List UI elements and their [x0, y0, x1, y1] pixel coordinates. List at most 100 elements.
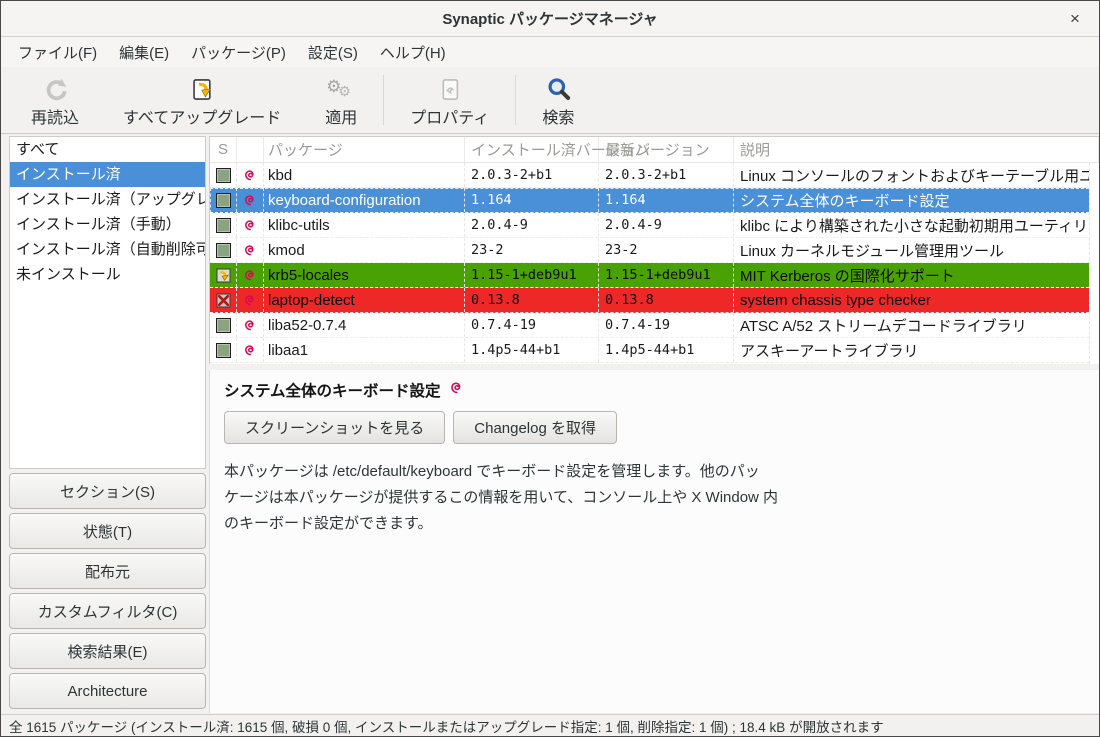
- upgrade-all-button[interactable]: すべてアップグレード: [101, 71, 303, 130]
- filter-item-installed-upgradable[interactable]: インストール済（アップグレード可）: [10, 187, 205, 212]
- installed-version: 1.164: [465, 188, 599, 212]
- table-row[interactable]: kbd 2.0.3-2+b1 2.0.3-2+b1 Linux コンソールのフォ…: [210, 163, 1099, 188]
- toolbar: 再読込 すべてアップグレード ⚙⚙ 適用: [1, 67, 1099, 134]
- table-row[interactable]: kmod 23-2 23-2 Linux カーネルモジュール管理用ツール: [210, 238, 1099, 263]
- status-installed-icon: [210, 238, 237, 262]
- apply-gears-icon: ⚙⚙: [326, 73, 356, 103]
- menu-settings[interactable]: 設定(S): [297, 38, 369, 67]
- status-installed-icon: [210, 213, 237, 237]
- installed-version: 0.13.8: [465, 288, 599, 312]
- package-description: Linux コンソールのフォントおよびキーテーブル用ユーティリティ: [734, 163, 1099, 187]
- origin-button[interactable]: 配布元: [9, 553, 206, 589]
- synaptic-window: Synaptic パッケージマネージャ × ファイル(F) 編集(E) パッケー…: [0, 0, 1100, 737]
- installed-version: 1.15-1+deb9u1: [465, 263, 599, 287]
- installed-version: 23-2: [465, 238, 599, 262]
- debian-swirl-icon: [237, 213, 264, 237]
- apply-button[interactable]: ⚙⚙ 適用: [303, 71, 379, 130]
- view-screenshot-button[interactable]: スクリーンショットを見る: [224, 411, 445, 444]
- package-long-description: 本パッケージは /etc/default/keyboard でキーボード設定を管…: [224, 459, 1085, 537]
- status-installed-icon: [210, 313, 237, 337]
- search-button[interactable]: 検索: [520, 71, 596, 130]
- table-row[interactable]: liba52-0.7.4 0.7.4-19 0.7.4-19 ATSC A/52…: [210, 313, 1099, 338]
- menu-edit[interactable]: 編集(E): [108, 38, 180, 67]
- custom-filters-button[interactable]: カスタムフィルタ(C): [9, 593, 206, 629]
- toolbar-separator: [383, 75, 384, 125]
- package-name: keyboard-configuration: [264, 188, 465, 212]
- filter-list: すべて インストール済 インストール済（アップグレード可） インストール済（手動…: [9, 136, 206, 469]
- filter-item-all[interactable]: すべて: [10, 137, 205, 162]
- header-status[interactable]: S: [210, 137, 237, 162]
- package-description: MIT Kerberos の国際化サポート: [734, 263, 1099, 287]
- details-title: システム全体のキーボード設定: [224, 379, 441, 401]
- latest-version: 1.15-1+deb9u1: [599, 263, 734, 287]
- table-row-marked-removal[interactable]: laptop-detect 0.13.8 0.13.8 system chass…: [210, 288, 1099, 313]
- latest-version: 23-2: [599, 238, 734, 262]
- header-installed-version[interactable]: インストール済バージョン: [465, 137, 599, 162]
- package-name: libaa1: [264, 338, 465, 362]
- package-description: アスキーアートライブラリ: [734, 338, 1099, 362]
- installed-version: 1.4p5-44+b1: [465, 338, 599, 362]
- menu-package[interactable]: パッケージ(P): [180, 38, 297, 67]
- header-description[interactable]: 説明: [734, 137, 1099, 162]
- latest-version: 0.13.8: [599, 288, 734, 312]
- search-results-button[interactable]: 検索結果(E): [9, 633, 206, 669]
- package-description: system chassis type checker: [734, 288, 1099, 312]
- details-title-row: システム全体のキーボード設定: [224, 379, 1085, 401]
- package-description: システム全体のキーボード設定: [734, 188, 1099, 212]
- details-buttons: スクリーンショットを見る Changelog を取得: [224, 411, 1085, 444]
- filter-item-not-installed[interactable]: 未インストール: [10, 262, 205, 287]
- status-button[interactable]: 状態(T): [9, 513, 206, 549]
- package-name: klibc-utils: [264, 213, 465, 237]
- package-name: liba52-0.7.4: [264, 313, 465, 337]
- menu-help[interactable]: ヘルプ(H): [369, 38, 457, 67]
- filter-item-installed[interactable]: インストール済: [10, 162, 205, 187]
- close-icon[interactable]: ×: [1063, 8, 1087, 30]
- package-name: krb5-locales: [264, 263, 465, 287]
- status-removal-icon: [210, 288, 237, 312]
- debian-swirl-icon: [237, 263, 264, 287]
- table-header: S パッケージ インストール済バージョン 最新バージョン 説明: [210, 137, 1099, 163]
- package-name: kmod: [264, 238, 465, 262]
- properties-icon: [436, 73, 463, 103]
- table-row-selected[interactable]: keyboard-configuration 1.164 1.164 システム全…: [210, 188, 1099, 213]
- header-latest-version[interactable]: 最新バージョン: [599, 137, 734, 162]
- debian-swirl-icon: [237, 163, 264, 187]
- get-changelog-button[interactable]: Changelog を取得: [453, 411, 617, 444]
- menu-file[interactable]: ファイル(F): [7, 38, 108, 67]
- description-line: ケージは本パッケージが提供するこの情報を用いて、コンソール上や X Window…: [224, 485, 1085, 511]
- installed-version: 2.0.4-9: [465, 213, 599, 237]
- menubar: ファイル(F) 編集(E) パッケージ(P) 設定(S) ヘルプ(H): [1, 37, 1099, 67]
- table-row-marked-reinstall[interactable]: krb5-locales 1.15-1+deb9u1 1.15-1+deb9u1…: [210, 263, 1099, 288]
- table-row[interactable]: libaa1 1.4p5-44+b1 1.4p5-44+b1 アスキーアートライ…: [210, 338, 1099, 363]
- debian-swirl-icon: [237, 313, 264, 337]
- header-package[interactable]: パッケージ: [264, 137, 465, 162]
- latest-version: 1.164: [599, 188, 734, 212]
- installed-version: 0.7.4-19: [465, 313, 599, 337]
- package-name: laptop-detect: [264, 288, 465, 312]
- status-installed-icon: [210, 188, 237, 212]
- filter-item-installed-autoremovable[interactable]: インストール済（自動削除可能）: [10, 237, 205, 262]
- sections-button[interactable]: セクション(S): [9, 473, 206, 509]
- status-reinstall-icon: [210, 263, 237, 287]
- architecture-button[interactable]: Architecture: [9, 673, 206, 709]
- installed-version: 2.0.3-2+b1: [465, 163, 599, 187]
- properties-button[interactable]: プロパティ: [388, 71, 511, 130]
- main-content: すべて インストール済 インストール済（アップグレード可） インストール済（手動…: [1, 134, 1099, 713]
- package-table: S パッケージ インストール済バージョン 最新バージョン 説明 kbd 2.0.…: [209, 136, 1099, 364]
- upgrade-all-icon: [189, 73, 216, 103]
- table-row[interactable]: klibc-utils 2.0.4-9 2.0.4-9 klibc により構築さ…: [210, 213, 1099, 238]
- latest-version: 0.7.4-19: [599, 313, 734, 337]
- description-line: 本パッケージは /etc/default/keyboard でキーボード設定を管…: [224, 459, 1085, 485]
- toolbar-separator: [515, 75, 516, 125]
- window-title: Synaptic パッケージマネージャ: [442, 8, 657, 29]
- view-switch-buttons: セクション(S) 状態(T) 配布元 カスタムフィルタ(C) 検索結果(E) A…: [9, 473, 206, 709]
- header-supported[interactable]: [237, 137, 264, 162]
- package-description: ATSC A/52 ストリームデコードライブラリ: [734, 313, 1099, 337]
- package-description: Linux カーネルモジュール管理用ツール: [734, 238, 1099, 262]
- reload-icon: [42, 73, 69, 103]
- debian-swirl-icon: [237, 238, 264, 262]
- debian-swirl-icon: [449, 380, 464, 400]
- filter-item-installed-manual[interactable]: インストール済（手動）: [10, 212, 205, 237]
- package-description: klibc により構築された小さな起動初期用ユーティリティ: [734, 213, 1099, 237]
- reload-button[interactable]: 再読込: [9, 71, 101, 130]
